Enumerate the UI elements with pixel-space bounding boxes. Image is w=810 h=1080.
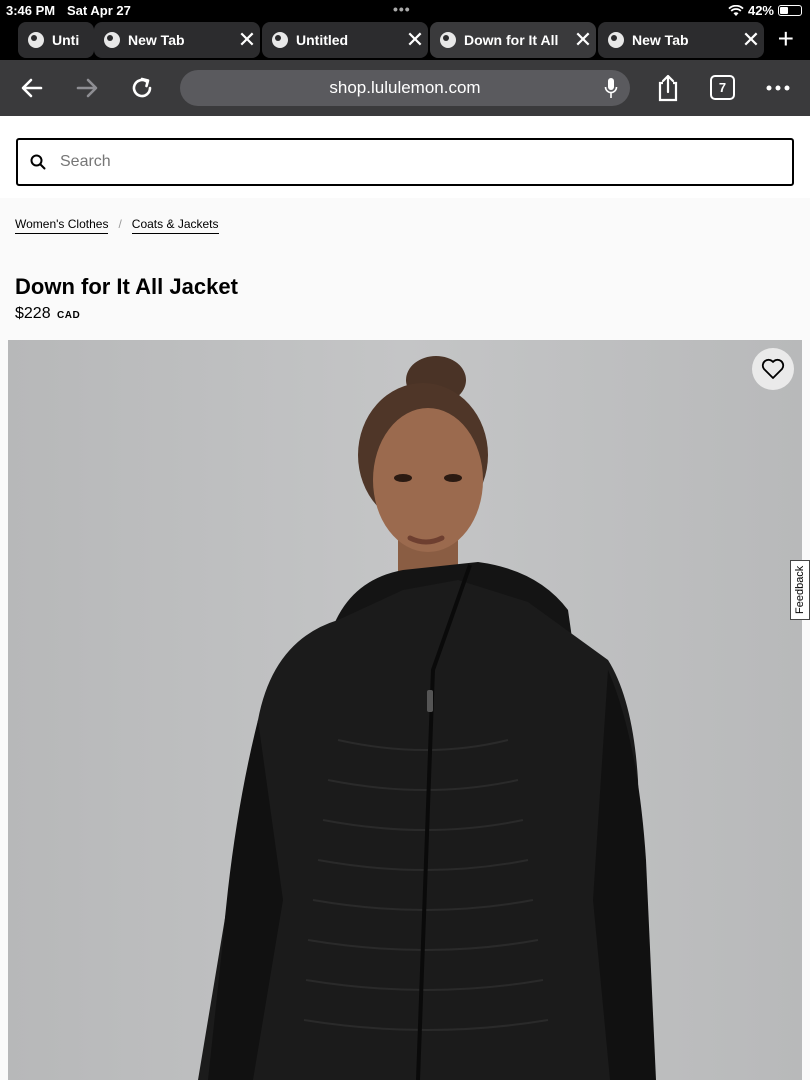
globe-icon <box>104 32 120 48</box>
status-date: Sat Apr 27 <box>67 3 131 18</box>
multitasking-dots-icon[interactable]: ••• <box>393 1 411 17</box>
breadcrumb-separator: / <box>118 217 122 231</box>
feedback-tab[interactable]: Feedback <box>790 560 810 620</box>
breadcrumb-coats-jackets[interactable]: Coats & Jackets <box>131 217 219 234</box>
microphone-icon[interactable] <box>604 77 618 99</box>
globe-icon <box>28 32 44 48</box>
new-tab-plus-icon[interactable]: + <box>778 25 794 53</box>
tab-untitled-1[interactable]: Unti <box>18 22 94 58</box>
product-title: Down for It All Jacket <box>15 274 238 299</box>
browser-toolbar: shop.lululemon.com 7 <box>0 60 810 116</box>
search-box[interactable] <box>16 138 794 186</box>
globe-icon <box>440 32 456 48</box>
back-arrow-icon[interactable] <box>14 70 50 106</box>
product-photo <box>198 356 656 1080</box>
close-icon[interactable]: ✕ <box>234 27 260 53</box>
forward-arrow-icon[interactable] <box>69 70 105 106</box>
address-bar[interactable]: shop.lululemon.com <box>180 70 630 106</box>
status-bar: 3:46 PM Sat Apr 27 ••• 42% <box>0 0 810 20</box>
product-image[interactable] <box>8 340 802 1080</box>
tab-label: Unti <box>52 32 80 48</box>
web-page: Women's Clothes / Coats & Jackets Down f… <box>0 116 810 1080</box>
globe-icon <box>272 32 288 48</box>
search-input[interactable] <box>60 153 792 171</box>
product-price: $228 CAD <box>15 305 80 323</box>
tab-new-tab-1[interactable]: New Tab ✕ <box>94 22 260 58</box>
breadcrumb: Women's Clothes / Coats & Jackets <box>15 217 219 234</box>
close-icon[interactable]: ✕ <box>570 27 596 53</box>
tab-label: Untitled <box>296 32 349 48</box>
status-time: 3:46 PM <box>6 3 56 18</box>
search-icon <box>30 154 46 170</box>
wishlist-heart-button[interactable] <box>752 348 794 390</box>
tab-count-button[interactable]: 7 <box>710 75 735 100</box>
breadcrumb-womens-clothes[interactable]: Women's Clothes <box>15 217 109 234</box>
globe-icon <box>608 32 624 48</box>
tab-label: Down for It All <box>464 32 559 48</box>
search-section <box>0 116 810 198</box>
tab-bar: Unti New Tab ✕ Untitled ✕ Down for It Al… <box>0 20 810 60</box>
tab-label: New Tab <box>632 32 689 48</box>
close-icon[interactable]: ✕ <box>738 27 764 53</box>
wifi-icon <box>728 4 744 16</box>
price-currency: CAD <box>57 310 81 321</box>
battery-icon <box>778 5 802 16</box>
price-amount: $228 <box>15 305 51 322</box>
close-icon[interactable]: ✕ <box>402 27 428 53</box>
tab-untitled-2[interactable]: Untitled ✕ <box>262 22 428 58</box>
url-text: shop.lululemon.com <box>329 78 481 97</box>
heart-icon <box>761 358 785 379</box>
battery-percent: 42% <box>747 3 774 18</box>
reload-icon[interactable] <box>124 70 160 106</box>
tab-new-tab-2[interactable]: New Tab ✕ <box>598 22 764 58</box>
tab-label: New Tab <box>128 32 185 48</box>
share-icon[interactable] <box>650 70 686 106</box>
more-options-icon[interactable] <box>760 70 796 106</box>
status-right: 42% <box>728 3 802 18</box>
tab-down-for-it-all[interactable]: Down for It All ✕ <box>430 22 596 58</box>
